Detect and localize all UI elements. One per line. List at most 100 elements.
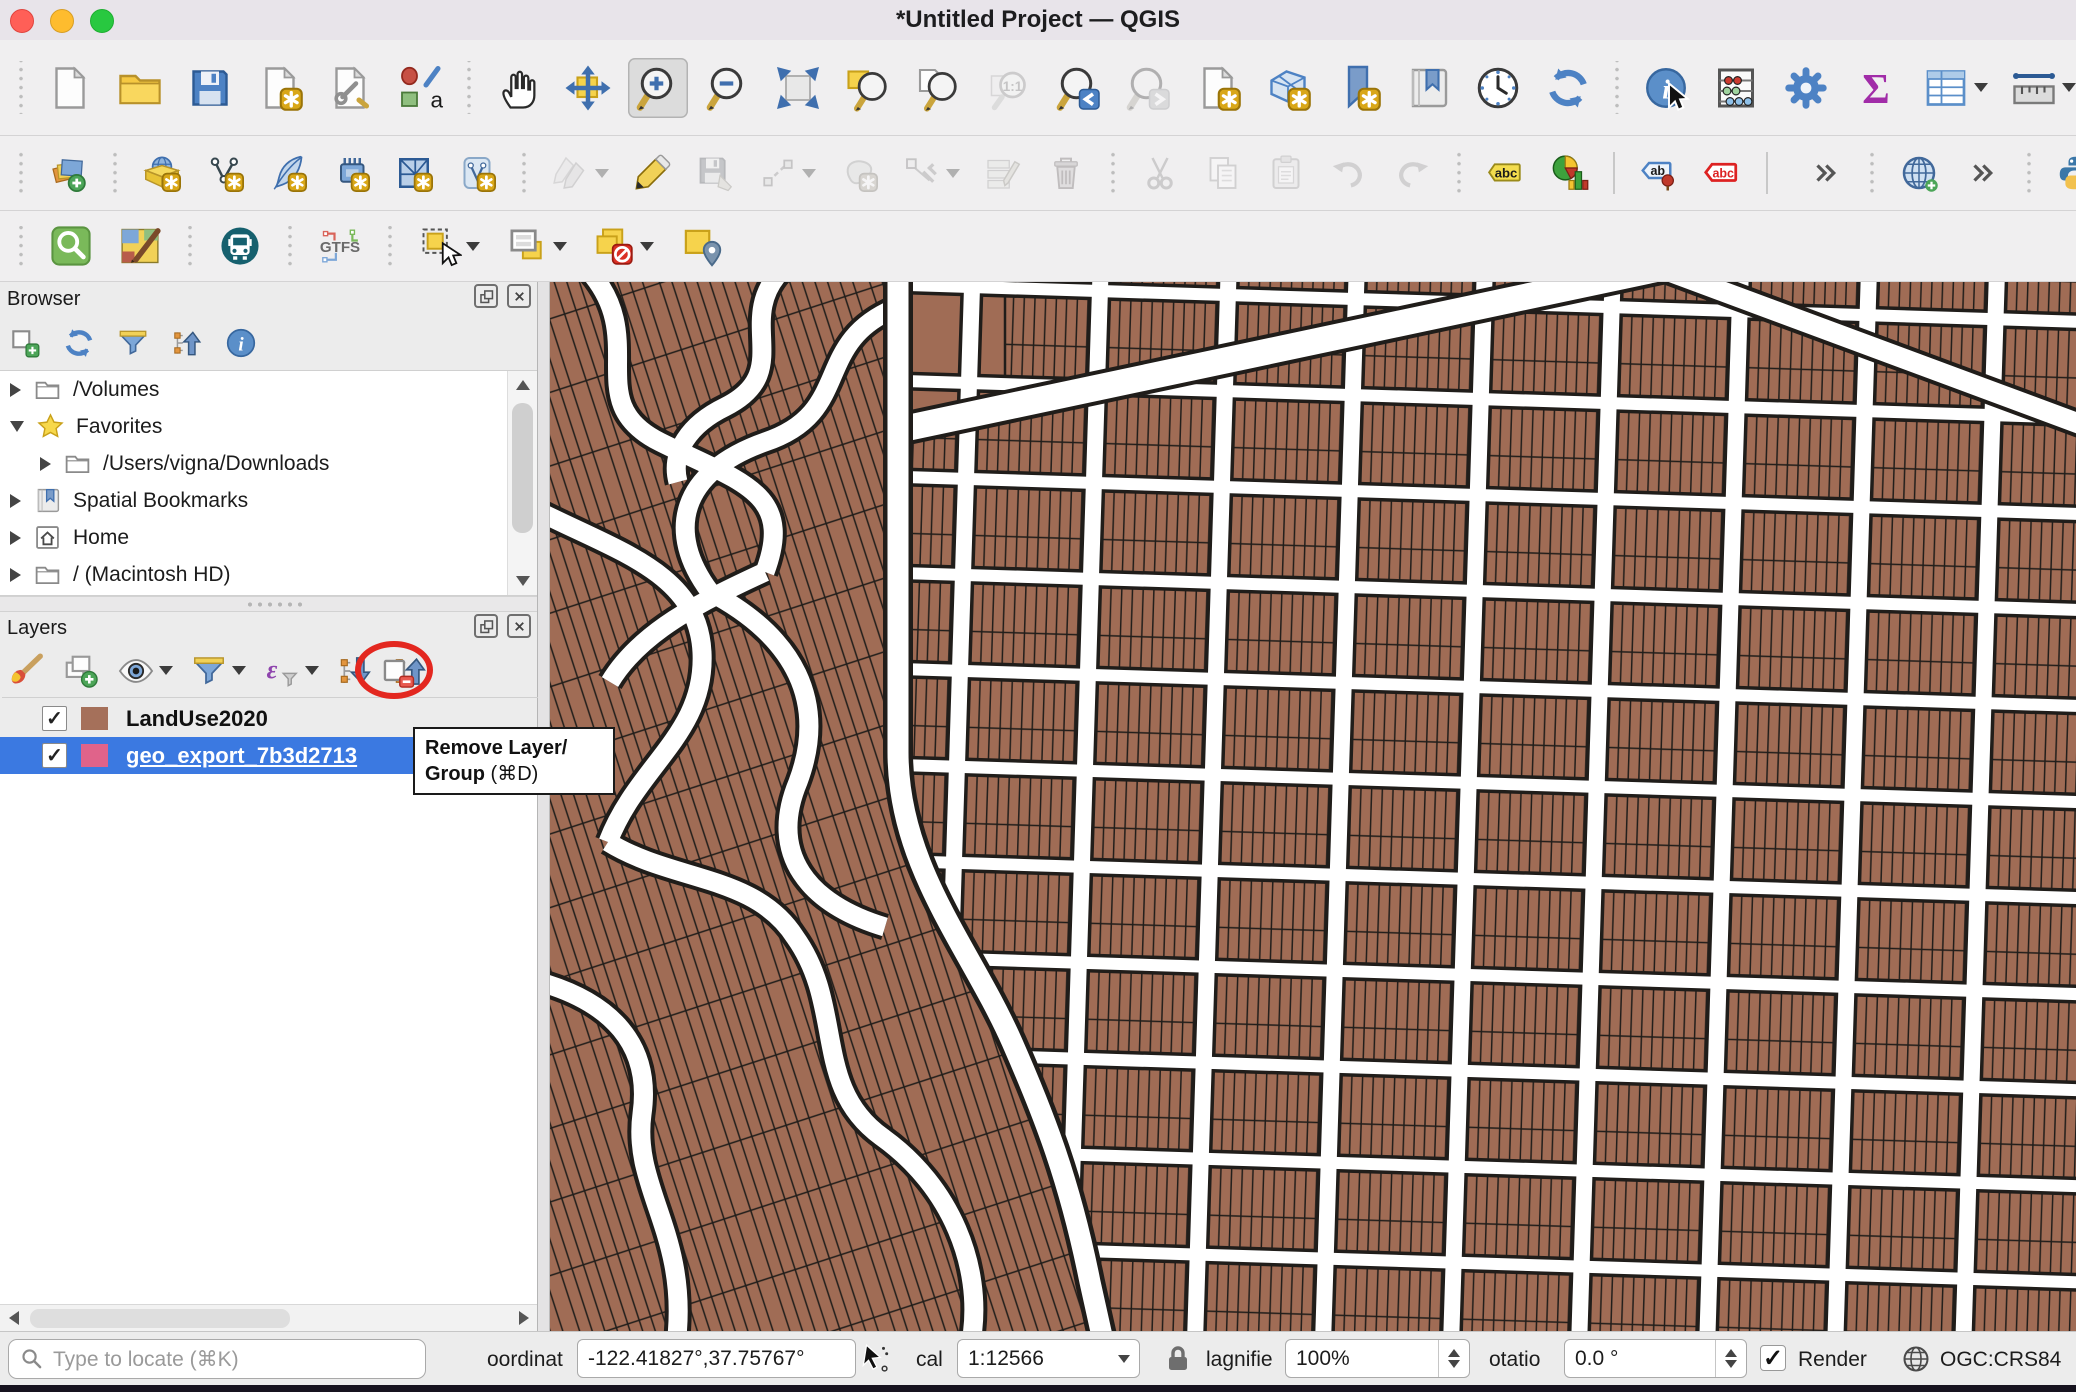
select-features-button[interactable] [412,218,486,274]
pan-map-button[interactable] [488,58,548,118]
filter-by-expression-button[interactable] [258,647,324,695]
new-project-button[interactable] [40,58,100,118]
dock-map-splitter[interactable] [538,282,550,1331]
magnifier-spinbox[interactable]: 100% [1285,1339,1470,1378]
select-by-location-button[interactable] [673,218,729,274]
processing-toolbox-button[interactable] [1776,58,1836,118]
zoom-to-selection-button[interactable] [838,58,898,118]
zoom-last-button[interactable] [1048,58,1108,118]
open-project-button[interactable] [110,58,170,118]
layer-labeling-button[interactable] [1481,148,1531,198]
scrollbar-thumb[interactable] [30,1309,290,1328]
lock-scale-icon[interactable] [1162,1343,1194,1375]
toggle-editing-button[interactable] [627,148,677,198]
locator-search-input[interactable]: Type to locate (⌘K) [8,1339,426,1379]
zoom-full-button[interactable] [768,58,828,118]
browser-tree-item-spatial-bookmarks[interactable]: Spatial Bookmarks [0,482,537,519]
deselect-features-button[interactable] [586,218,660,274]
scroll-right-icon[interactable] [510,1305,537,1331]
map-canvas[interactable] [550,282,2076,1331]
expand-arrow-icon[interactable] [10,494,21,508]
refresh-browser-button[interactable] [58,322,100,364]
new-print-layout-button[interactable] [250,58,310,118]
dropdown-arrow-icon[interactable] [640,242,654,251]
scroll-left-icon[interactable] [0,1305,27,1331]
zoom-window-button[interactable] [90,9,114,33]
dropdown-arrow-icon[interactable] [595,169,609,178]
new-shapefile-layer-button[interactable] [200,148,250,198]
collapse-all-button[interactable] [166,322,208,364]
crs-globe-icon[interactable] [1900,1343,1932,1375]
zoom-to-layer-button[interactable] [908,58,968,118]
zoom-next-button[interactable] [1118,58,1178,118]
collapse-arrow-icon[interactable] [10,421,24,432]
manage-map-themes-button[interactable] [112,647,178,695]
dropdown-arrow-icon[interactable] [305,666,319,675]
new-spatialite-layer-button[interactable] [263,148,313,198]
browser-float-button[interactable] [474,284,498,308]
browser-tree-item--users-vigna-downloads[interactable]: /Users/vigna/Downloads [0,445,537,482]
browser-tree-item-home[interactable]: Home [0,519,537,556]
minimize-window-button[interactable] [50,9,74,33]
properties-widget-button[interactable] [220,322,262,364]
new-spatial-bookmark-button[interactable] [1328,58,1388,118]
show-layout-manager-button[interactable] [320,58,380,118]
mouse-position-icon[interactable] [858,1342,892,1376]
dropdown-arrow-icon[interactable] [1974,83,1988,92]
browser-tree-item-favorites[interactable]: Favorites [0,408,537,445]
expand-arrow-icon[interactable] [10,568,21,582]
data-source-manager-button[interactable] [43,148,93,198]
save-project-button[interactable] [180,58,240,118]
expand-arrow-icon[interactable] [10,531,21,545]
undo-button[interactable] [1324,148,1374,198]
select-by-value-button[interactable] [499,218,573,274]
new-map-view-button[interactable] [1188,58,1248,118]
crs-value[interactable]: OGC:CRS84 [1940,1348,2061,1372]
scale-combobox[interactable]: 1:12566 [957,1339,1140,1378]
zoom-native-resolution-button[interactable] [978,58,1038,118]
python-console-button[interactable] [2051,148,2076,198]
statistics-summary-button[interactable] [1846,58,1906,118]
panel-splitter[interactable] [0,596,537,612]
layers-horizontal-scrollbar[interactable] [0,1304,537,1331]
zoom-out-button[interactable] [698,58,758,118]
render-checkbox[interactable]: ✓ [1760,1345,1786,1371]
highlight-pinned-labels-button[interactable] [1697,148,1747,198]
copy-features-button[interactable] [1198,148,1248,198]
quickmap-services-button[interactable] [112,218,168,274]
pan-to-selection-button[interactable] [558,58,618,118]
measure-button[interactable] [2004,58,2076,118]
expand-arrow-icon[interactable] [40,457,51,471]
expand-arrow-icon[interactable] [10,383,21,397]
new-geopackage-layer-button[interactable] [137,148,187,198]
modify-attributes-button[interactable] [978,148,1028,198]
dropdown-arrow-icon[interactable] [232,666,246,675]
new-temporary-scratch-layer-button[interactable] [326,148,376,198]
filter-browser-button[interactable] [112,322,154,364]
identify-features-button[interactable] [1636,58,1696,118]
add-group-button[interactable] [57,647,105,695]
gtfs-loader-button[interactable] [312,218,368,274]
temporal-controller-button[interactable] [1468,58,1528,118]
open-attribute-table-button[interactable] [1916,58,1994,118]
paste-features-button[interactable] [1261,148,1311,198]
browser-scrollbar[interactable] [507,371,537,595]
toolbar-expand-button-2[interactable] [1957,148,2007,198]
magnifier-spinner[interactable] [1438,1340,1469,1377]
cut-features-button[interactable] [1135,148,1185,198]
scroll-down-icon[interactable] [508,567,537,595]
dropdown-arrow-icon[interactable] [2062,83,2076,92]
close-window-button[interactable] [10,9,34,33]
dropdown-arrow-icon[interactable] [802,169,816,178]
layers-close-button[interactable] [507,614,531,638]
layer-diagram-button[interactable] [1544,148,1594,198]
redo-button[interactable] [1387,148,1437,198]
transit-tools-button[interactable] [212,218,268,274]
refresh-map-button[interactable] [1538,58,1598,118]
pin-labels-button[interactable] [1634,148,1684,198]
layers-float-button[interactable] [474,614,498,638]
browser-close-button[interactable] [507,284,531,308]
metasearch-button[interactable] [1894,148,1944,198]
digitize-with-segment-button[interactable] [753,148,821,198]
rotation-spinbox[interactable]: 0.0 ° [1564,1339,1747,1378]
